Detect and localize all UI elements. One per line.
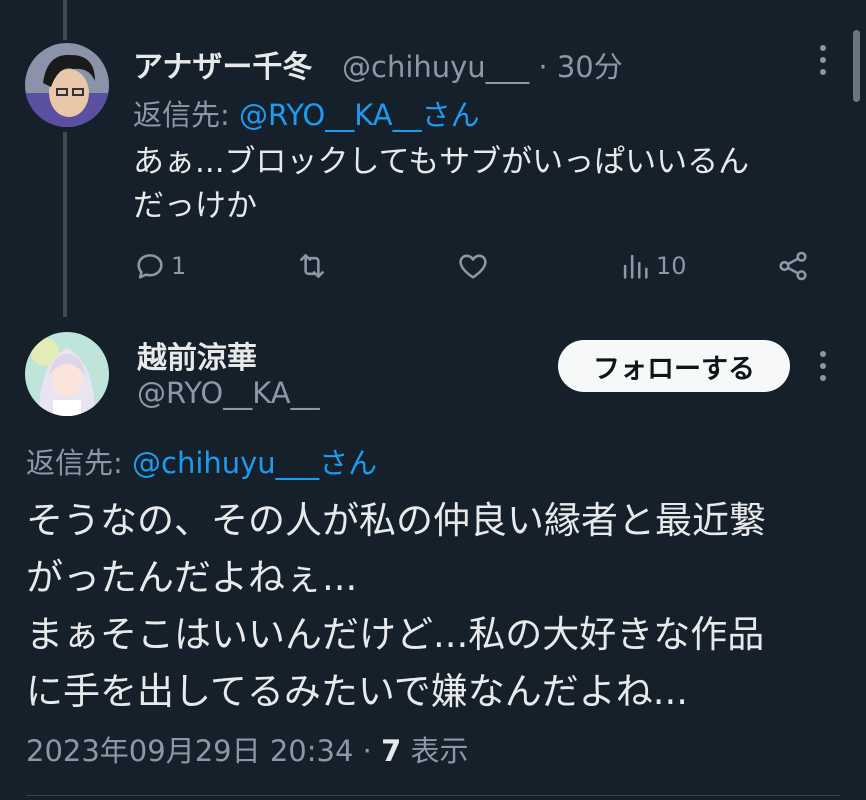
main-replying-to: 返信先: @chihuyu___さん (26, 440, 377, 482)
views-icon (623, 254, 648, 279)
thread-line (63, 132, 67, 317)
replying-prefix: 返信先: (133, 98, 239, 132)
views-number: 7 (381, 734, 402, 768)
thread-line-top (63, 0, 67, 40)
avatar-chihuyu[interactable] (25, 43, 109, 127)
main-text-line: そうなの、その人が私の仲良い縁者と最近繋 (26, 499, 766, 542)
share-icon (779, 251, 807, 281)
comment-icon (137, 254, 163, 279)
scrollbar[interactable] (853, 30, 860, 102)
like-button[interactable] (456, 244, 494, 288)
tweet-timestamp[interactable]: 2023年09月29日 20:34 · (26, 734, 381, 768)
main-tweet-text: そうなの、その人が私の仲良い縁者と最近繋 がったんだよねぇ... まぁそこはいい… (26, 492, 846, 720)
share-button[interactable] (776, 244, 810, 288)
reply-handle[interactable]: @chihuyu___ (342, 50, 529, 84)
reply-time[interactable]: · 30分 (538, 50, 622, 84)
main-text-line: まぁそこはいいんだけど...私の大好きな作品 (26, 613, 765, 656)
retweet-icon (300, 254, 324, 278)
views-button[interactable]: 10 (618, 244, 687, 288)
reply-action-bar: 1 10 (133, 244, 823, 288)
main-text-line: がったんだよねぇ... (26, 556, 358, 599)
reply-more-icon[interactable] (819, 45, 827, 75)
reply-count: 1 (171, 252, 187, 280)
main-text-line: に手を出してるみたいで嫌なんだよね... (26, 670, 689, 713)
reply-button[interactable]: 1 (133, 244, 186, 288)
reply-replying-to: 返信先: @RYO__KA__さん (133, 92, 480, 134)
main-more-icon[interactable] (819, 351, 827, 381)
divider (26, 795, 840, 796)
retweet-button[interactable] (295, 244, 333, 288)
replying-prefix: 返信先: (26, 446, 132, 480)
reply-handle-time[interactable]: @chihuyu___ · 30分 (342, 44, 623, 86)
reply-display-name[interactable]: アナザー千冬 (133, 42, 312, 86)
avatar-image (25, 332, 109, 416)
reply-text-line: あぁ...ブロックしてもサブがいっぱいいるん (133, 144, 750, 180)
replying-mention-link[interactable]: @chihuyu___さん (132, 446, 377, 480)
reply-text: あぁ...ブロックしてもサブがいっぱいいるん だっけか (133, 140, 833, 228)
view-count: 10 (656, 252, 687, 280)
avatar-image (25, 43, 109, 127)
tweet-meta: 2023年09月29日 20:34 · 7 表示 (26, 728, 468, 770)
follow-button[interactable]: フォローする (558, 340, 790, 392)
replying-mention-link[interactable]: @RYO__KA__さん (239, 98, 480, 132)
views-label: 表示 (401, 734, 469, 768)
reply-text-line: だっけか (133, 188, 257, 224)
main-display-name[interactable]: 越前涼華 (137, 333, 257, 377)
heart-icon (459, 254, 487, 279)
avatar-ryoka[interactable] (25, 332, 109, 416)
main-handle[interactable]: @RYO__KA__ (137, 376, 320, 410)
